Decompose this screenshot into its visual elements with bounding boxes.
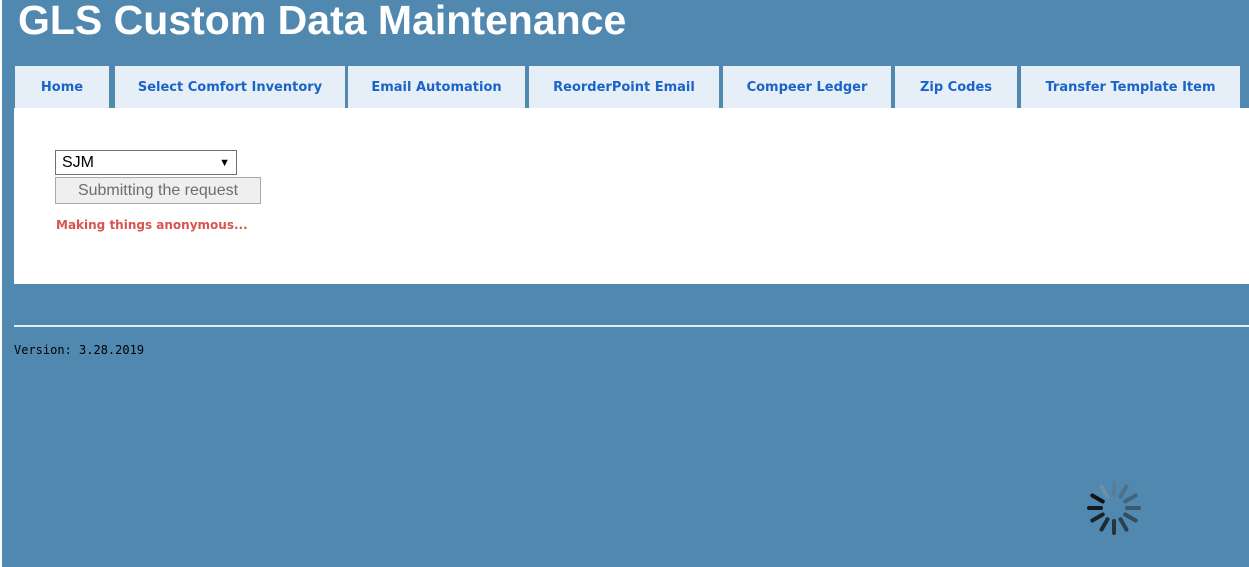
footer-divider — [14, 325, 1249, 327]
site-select-value: SJM — [62, 153, 94, 171]
tab-reorderpoint-email[interactable]: ReorderPoint Email — [529, 66, 719, 108]
tab-email-automation[interactable]: Email Automation — [348, 66, 525, 108]
tab-select-comfort-inventory[interactable]: Select Comfort Inventory — [115, 66, 345, 108]
page-title: GLS Custom Data Maintenance — [18, 0, 627, 43]
tab-compeer-ledger[interactable]: Compeer Ledger — [723, 66, 891, 108]
site-select[interactable]: SJM ▼ — [55, 150, 237, 175]
tab-transfer-template-item[interactable]: Transfer Template Item — [1021, 66, 1240, 108]
tab-home[interactable]: Home — [15, 66, 109, 108]
tab-zip-codes[interactable]: Zip Codes — [895, 66, 1017, 108]
chevron-down-icon: ▼ — [219, 156, 230, 169]
version-label: Version: 3.28.2019 — [14, 343, 145, 357]
submit-button[interactable]: Submitting the request — [55, 177, 261, 204]
spinner-icon — [1087, 481, 1141, 535]
status-message: Making things anonymous... — [56, 218, 248, 232]
